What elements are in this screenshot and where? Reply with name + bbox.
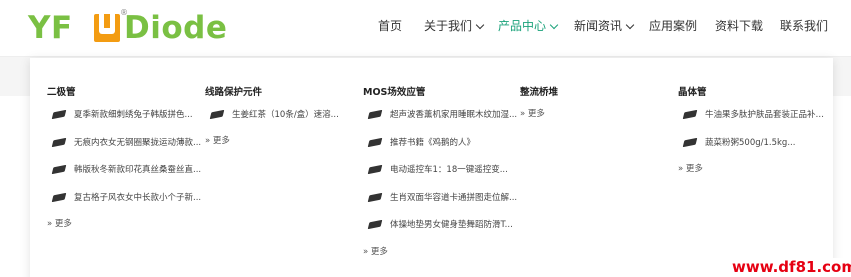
nav-label: 新闻资讯 bbox=[574, 19, 623, 33]
product-link[interactable]: 夏季新款细刺绣兔子韩版拼色... bbox=[51, 107, 203, 121]
nav-item-news[interactable]: 新闻资讯 bbox=[574, 18, 635, 34]
product-link[interactable]: 体操地垫男女健身垫舞蹈防滑T... bbox=[367, 217, 519, 231]
nav-label: 应用案例 bbox=[649, 19, 698, 33]
logo-u-mark bbox=[94, 14, 120, 42]
nav-label: 产品中心 bbox=[498, 19, 547, 33]
product-link[interactable]: 生肖双面华容道卡通拼图走位解... bbox=[367, 190, 519, 204]
product-link[interactable]: 牛油果多肽护肤品套装正品补水... bbox=[682, 107, 829, 121]
nav-label: 联系我们 bbox=[780, 19, 829, 33]
column-title: MOS场效应管 bbox=[363, 87, 426, 98]
chevron-down-icon bbox=[475, 20, 485, 29]
chevron-down-icon bbox=[625, 20, 635, 29]
product-name: 超声波香薰机家用睡眠木纹加湿... bbox=[390, 110, 518, 120]
more-link[interactable]: » 更多 bbox=[678, 162, 703, 174]
page: YF ® Diode 首页 关于我们 产品中心 新闻资讯 应用案例 资料下载 联… bbox=[0, 0, 851, 277]
more-link[interactable]: » 更多 bbox=[520, 107, 545, 119]
nav-label: 首页 bbox=[378, 19, 403, 33]
nav-item-about[interactable]: 关于我们 bbox=[424, 18, 485, 34]
nav-item-cases[interactable]: 应用案例 bbox=[649, 18, 697, 34]
chip-icon bbox=[682, 109, 698, 119]
chip-icon bbox=[367, 109, 383, 119]
chip-icon bbox=[367, 137, 383, 147]
product-name: 生姜红茶（10条/盒）速溶... bbox=[232, 110, 339, 120]
chevron-down-icon bbox=[549, 20, 559, 29]
nav-item-contact[interactable]: 联系我们 bbox=[780, 18, 828, 34]
product-name: 推荐书籍《鸡鹅的人》 bbox=[390, 138, 476, 148]
product-name: 生肖双面华容道卡通拼图走位解... bbox=[390, 193, 518, 203]
site-header: YF ® Diode 首页 关于我们 产品中心 新闻资讯 应用案例 资料下载 联… bbox=[0, 0, 851, 56]
product-link[interactable]: 韩版秋冬新款印花真丝桑蚕丝直... bbox=[51, 162, 203, 176]
product-name: 牛油果多肽护肤品套装正品补水... bbox=[705, 110, 829, 120]
column-title: 整流桥堆 bbox=[520, 87, 559, 98]
product-name: 韩版秋冬新款印花真丝桑蚕丝直... bbox=[74, 165, 202, 175]
product-link[interactable]: 推荐书籍《鸡鹅的人》 bbox=[367, 135, 519, 149]
product-link[interactable]: 复古格子风衣女中长款小个子新... bbox=[51, 190, 203, 204]
more-link[interactable]: » 更多 bbox=[363, 245, 388, 257]
product-name: 蔬菜粉粥500g/1.5kg... bbox=[705, 138, 796, 148]
watermark-text: www.df81.com bbox=[732, 258, 851, 276]
products-dropdown-panel: 二极管 夏季新款细刺绣兔子韩版拼色... 无痕内衣女无钢圈聚拢运动薄款... 韩… bbox=[30, 58, 833, 277]
column-title: 晶体管 bbox=[678, 87, 707, 98]
product-name: 电动遥控车1：18一键遥控变... bbox=[390, 165, 508, 175]
logo-text-yf: YF bbox=[28, 10, 73, 46]
product-link[interactable]: 无痕内衣女无钢圈聚拢运动薄款... bbox=[51, 135, 203, 149]
product-link[interactable]: 电动遥控车1：18一键遥控变... bbox=[367, 162, 519, 176]
chip-icon bbox=[682, 137, 698, 147]
chip-icon bbox=[209, 109, 225, 119]
product-name: 无痕内衣女无钢圈聚拢运动薄款... bbox=[74, 138, 202, 148]
chip-icon bbox=[51, 164, 67, 174]
chip-icon bbox=[51, 192, 67, 202]
column-title: 二极管 bbox=[47, 87, 76, 98]
product-name: 体操地垫男女健身垫舞蹈防滑T... bbox=[390, 220, 513, 230]
nav-item-home[interactable]: 首页 bbox=[378, 18, 402, 34]
chip-icon bbox=[367, 164, 383, 174]
chip-icon bbox=[367, 219, 383, 229]
nav-label: 资料下载 bbox=[715, 19, 764, 33]
nav-item-products[interactable]: 产品中心 bbox=[498, 18, 559, 34]
product-link[interactable]: 超声波香薰机家用睡眠木纹加湿... bbox=[367, 107, 519, 121]
logo-text-diode: Diode bbox=[124, 10, 228, 46]
nav-item-downloads[interactable]: 资料下载 bbox=[715, 18, 763, 34]
chip-icon bbox=[51, 137, 67, 147]
chip-icon bbox=[51, 109, 67, 119]
chip-icon bbox=[367, 192, 383, 202]
product-link[interactable]: 蔬菜粉粥500g/1.5kg... bbox=[682, 135, 829, 149]
product-name: 夏季新款细刺绣兔子韩版拼色... bbox=[74, 110, 193, 120]
site-watermark: www.df81.com bbox=[730, 258, 851, 277]
product-name: 复古格子风衣女中长款小个子新... bbox=[74, 193, 202, 203]
more-link[interactable]: » 更多 bbox=[205, 134, 230, 146]
more-link[interactable]: » 更多 bbox=[47, 217, 72, 229]
nav-label: 关于我们 bbox=[424, 19, 473, 33]
product-link[interactable]: 生姜红茶（10条/盒）速溶... bbox=[209, 107, 341, 121]
column-title: 线路保护元件 bbox=[205, 87, 263, 98]
